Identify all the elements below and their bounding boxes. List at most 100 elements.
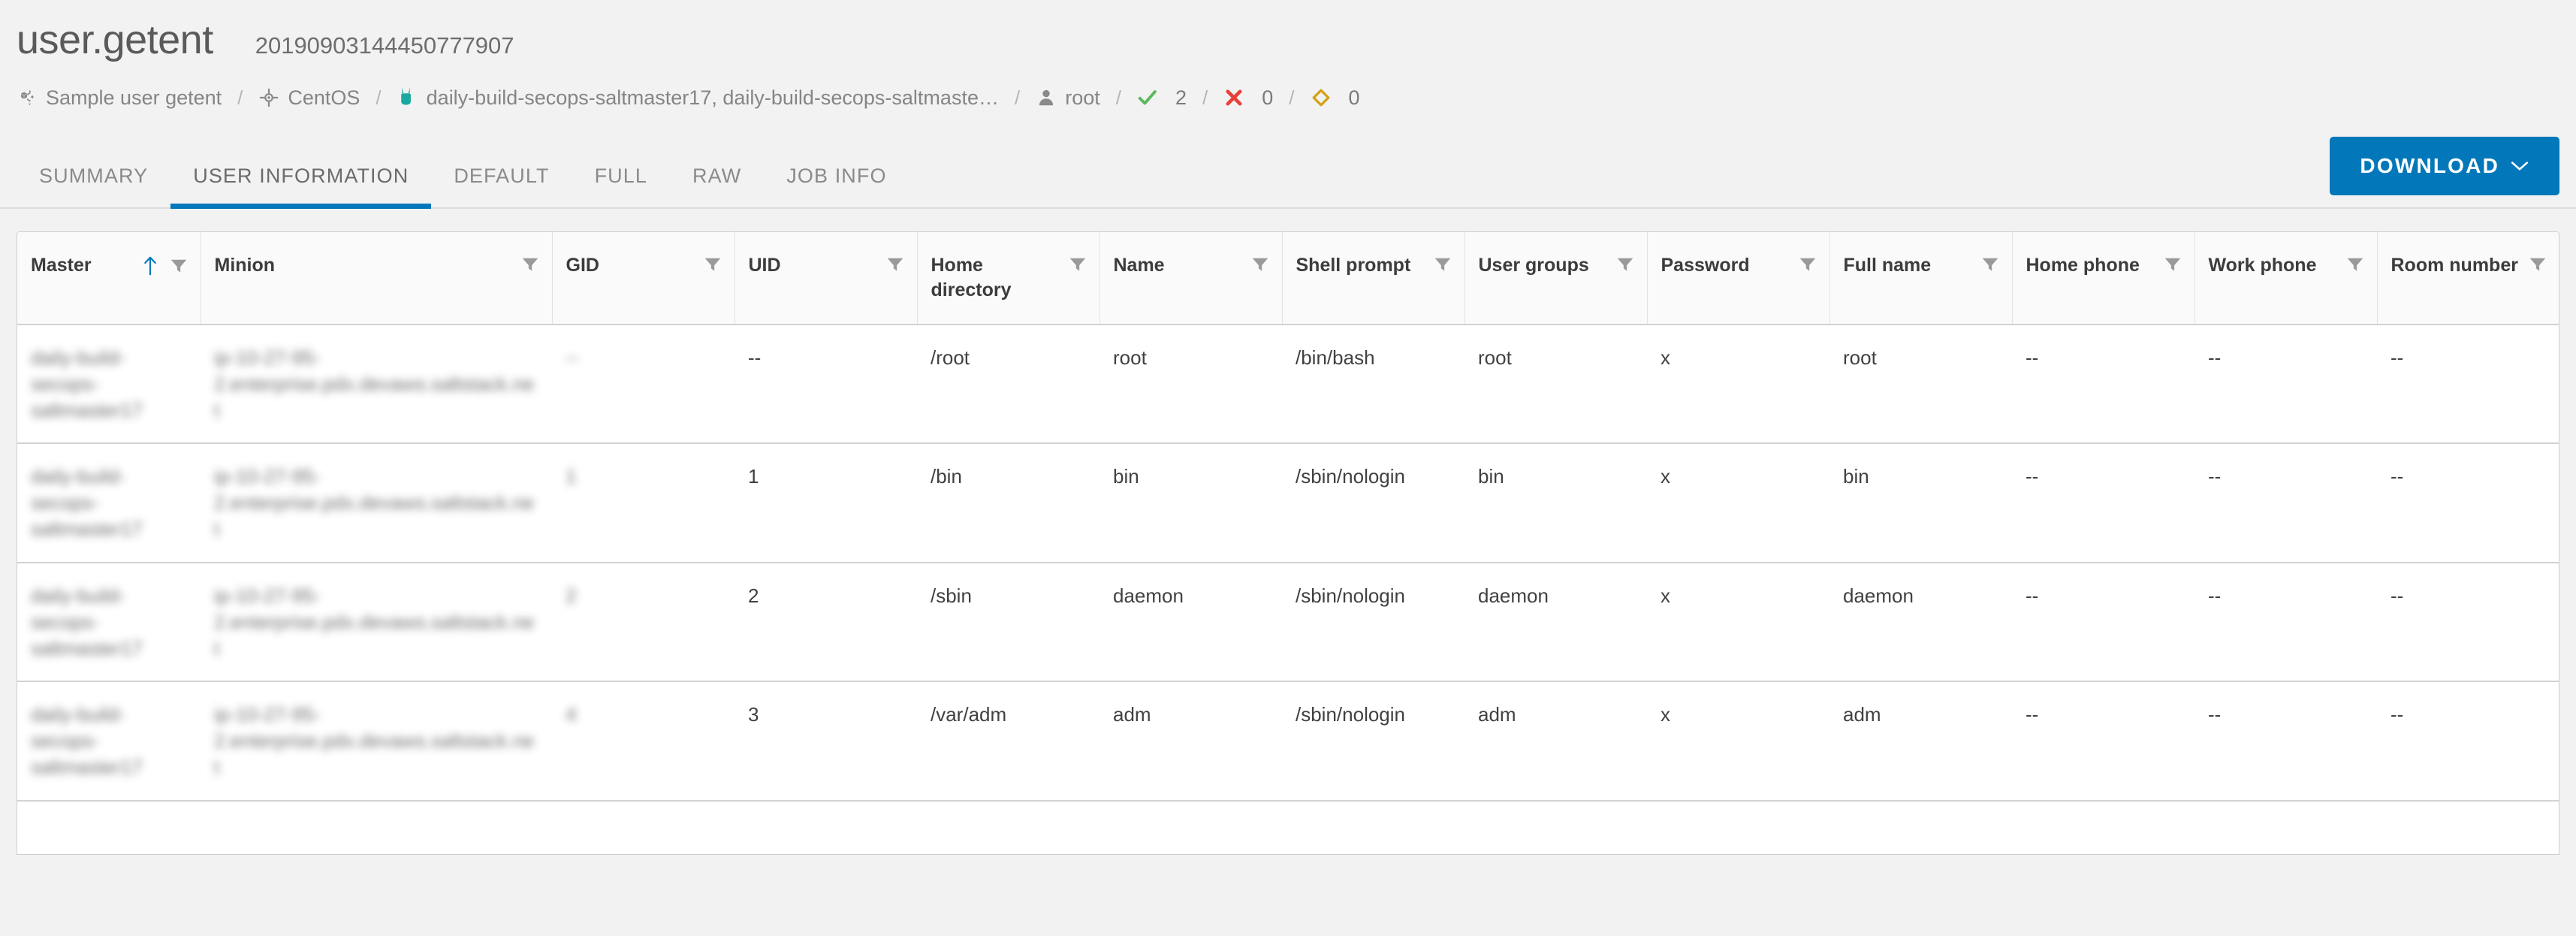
target-icon <box>258 87 279 108</box>
cell-uid: 3 <box>734 681 917 802</box>
cell-full-name: bin <box>1829 443 2012 563</box>
tabs-row: SUMMARY USER INFORMATION DEFAULT FULL RA… <box>0 137 2576 209</box>
cell-minion: ip-10-27-95-2.enterprise.pdx.devaws.salt… <box>201 562 552 683</box>
cell-work-phone: -- <box>2194 681 2377 802</box>
cell-name: root <box>1099 325 1282 445</box>
filter-funnel-icon[interactable] <box>1433 255 1452 278</box>
x-icon <box>1223 87 1244 108</box>
cell-minion-value: ip-10-27-95-2.enterprise.pdx.devaws.salt… <box>214 584 535 660</box>
tab-default[interactable]: DEFAULT <box>431 165 572 207</box>
table-row[interactable]: daily-build-secops-saltmaster17 ip-10-27… <box>17 443 2559 563</box>
filter-funnel-icon[interactable] <box>1250 255 1270 278</box>
cell-work-phone: -- <box>2194 325 2377 445</box>
column-header-shell-prompt-label: Shell prompt <box>1296 255 1411 276</box>
download-button-label: DOWNLOAD <box>2360 154 2499 177</box>
status-error: 0 <box>1223 86 1273 110</box>
cell-gid: 4 <box>552 681 734 802</box>
column-header-work-phone[interactable]: Work phone <box>2194 232 2378 325</box>
cell-home: /bin <box>917 443 1099 563</box>
filter-funnel-icon[interactable] <box>169 256 189 279</box>
cell-minion: ip-10-27-95-2.enterprise.pdx.devaws.salt… <box>201 443 552 563</box>
breadcrumb-item-job[interactable]: Sample user getent <box>17 86 222 110</box>
breadcrumb-item-target-label: CentOS <box>288 86 360 109</box>
cell-shell: /sbin/nologin <box>1282 562 1464 683</box>
cell-name: adm <box>1099 681 1282 802</box>
cell-work-phone: -- <box>2194 443 2377 563</box>
filter-funnel-icon[interactable] <box>2528 255 2547 278</box>
cell-master-value: daily-build-secops-saltmaster17 <box>31 703 143 779</box>
check-icon <box>1137 87 1158 108</box>
filter-funnel-icon[interactable] <box>520 255 540 278</box>
breadcrumb-separator: / <box>1014 86 1021 109</box>
cell-home: /sbin <box>917 562 1099 683</box>
cell-home-phone: -- <box>2012 443 2194 563</box>
cell-password: x <box>1647 443 1829 563</box>
breadcrumb-item-minions[interactable]: daily-build-secops-saltmaster17, daily-b… <box>397 86 999 110</box>
cell-gid-value: 1 <box>566 465 577 488</box>
column-header-room-number[interactable]: Room number <box>2377 232 2559 325</box>
filter-funnel-icon[interactable] <box>703 255 722 278</box>
cell-full-name: root <box>1829 325 2012 445</box>
column-header-minion[interactable]: Minion <box>201 232 553 325</box>
table-header-row: Master Minion GID UID Home directory Nam… <box>17 232 2559 325</box>
tab-full[interactable]: FULL <box>572 165 670 207</box>
breadcrumb: Sample user getent / CentOS / daily-buil… <box>17 83 2576 113</box>
cell-gid-value: 4 <box>566 703 577 726</box>
table-body: daily-build-secops-saltmaster17 ip-10-27… <box>17 325 2559 802</box>
column-header-work-phone-label: Work phone <box>2208 255 2317 276</box>
column-header-master-label: Master <box>31 255 92 276</box>
tab-job-info[interactable]: JOB INFO <box>764 165 909 207</box>
column-header-full-name[interactable]: Full name <box>1829 232 2013 325</box>
filter-funnel-icon[interactable] <box>885 255 905 278</box>
status-success: 2 <box>1137 86 1187 110</box>
column-header-home-directory[interactable]: Home directory <box>917 232 1100 325</box>
cell-room-number: -- <box>2377 325 2559 445</box>
salt-minion-icon <box>397 87 418 108</box>
tab-user-information[interactable]: USER INFORMATION <box>170 165 432 209</box>
column-header-master[interactable]: Master <box>17 232 201 325</box>
page-title: user.getent <box>17 17 213 62</box>
column-header-shell-prompt[interactable]: Shell prompt <box>1282 232 1465 325</box>
filter-funnel-icon[interactable] <box>1068 255 1087 278</box>
cell-password: x <box>1647 681 1829 802</box>
filter-funnel-icon[interactable] <box>1798 255 1817 278</box>
column-header-gid[interactable]: GID <box>552 232 735 325</box>
column-header-uid[interactable]: UID <box>734 232 918 325</box>
error-count: 0 <box>1262 86 1274 109</box>
cell-room-number: -- <box>2377 443 2559 563</box>
cell-groups: daemon <box>1464 562 1647 683</box>
cell-uid: -- <box>734 325 917 445</box>
cell-home-phone: -- <box>2012 325 2194 445</box>
breadcrumb-item-user-label: root <box>1065 86 1100 109</box>
column-header-room-number-label: Room number <box>2390 255 2518 276</box>
chevron-down-icon <box>2510 154 2529 178</box>
column-header-password[interactable]: Password <box>1647 232 1830 325</box>
filter-funnel-icon[interactable] <box>2163 255 2182 278</box>
table-row[interactable]: daily-build-secops-saltmaster17 ip-10-27… <box>17 562 2559 683</box>
results-table-container: Master Minion GID UID Home directory Nam… <box>17 231 2559 855</box>
cell-master-value: daily-build-secops-saltmaster17 <box>31 584 143 660</box>
column-header-user-groups[interactable]: User groups <box>1464 232 1648 325</box>
filter-funnel-icon[interactable] <box>2345 255 2365 278</box>
column-header-home-phone[interactable]: Home phone <box>2012 232 2195 325</box>
cell-master: daily-build-secops-saltmaster17 <box>17 681 201 802</box>
cell-shell: /sbin/nologin <box>1282 443 1464 563</box>
breadcrumb-item-minions-label: daily-build-secops-saltmaster17, daily-b… <box>426 86 999 109</box>
breadcrumb-item-target[interactable]: CentOS <box>258 86 360 110</box>
column-header-name[interactable]: Name <box>1099 232 1283 325</box>
cell-shell: /sbin/nologin <box>1282 681 1464 802</box>
table-row[interactable]: daily-build-secops-saltmaster17 ip-10-27… <box>17 681 2559 802</box>
tab-summary[interactable]: SUMMARY <box>17 165 170 207</box>
cell-groups: bin <box>1464 443 1647 563</box>
cell-room-number: -- <box>2377 562 2559 683</box>
arrow-up-icon[interactable] <box>142 255 158 281</box>
tab-raw[interactable]: RAW <box>670 165 764 207</box>
cell-gid: -- <box>552 325 734 445</box>
download-button[interactable]: DOWNLOAD <box>2330 137 2559 195</box>
breadcrumb-item-job-label: Sample user getent <box>46 86 222 109</box>
filter-funnel-icon[interactable] <box>1980 255 2000 278</box>
table-row[interactable]: daily-build-secops-saltmaster17 ip-10-27… <box>17 325 2559 445</box>
breadcrumb-item-user[interactable]: root <box>1036 86 1100 110</box>
cell-groups: root <box>1464 325 1647 445</box>
filter-funnel-icon[interactable] <box>1615 255 1635 278</box>
